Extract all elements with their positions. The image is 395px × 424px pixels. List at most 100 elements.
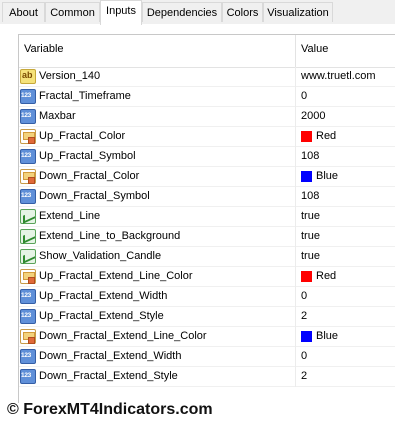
tab-bar: About Common Inputs Dependencies Colors … <box>0 0 395 25</box>
value-text: 108 <box>301 190 320 202</box>
table-row[interactable]: Maxbar 2000 <box>19 107 395 127</box>
value-cell[interactable]: 0 <box>301 90 307 102</box>
value-cell[interactable]: 2000 <box>301 110 325 122</box>
string-icon <box>20 69 36 84</box>
inputs-grid: Variable Value Version_140 www.truetl.com… <box>18 34 395 403</box>
cell-divider <box>295 187 296 207</box>
value-text: Red <box>316 130 337 142</box>
integer-icon <box>20 349 36 364</box>
value-text: 2 <box>301 310 308 322</box>
cell-divider <box>295 347 296 367</box>
value-text: 2 <box>301 370 308 382</box>
color-swatch <box>301 130 312 142</box>
table-row[interactable]: Extend_Line_to_Background true <box>19 227 395 247</box>
tab-about[interactable]: About <box>2 2 45 22</box>
table-row[interactable]: Up_Fractal_Color Red <box>19 127 395 147</box>
color-icon <box>20 329 36 344</box>
variable-name: Down_Fractal_Color <box>39 170 140 182</box>
value-text: Blue <box>316 170 339 182</box>
value-cell[interactable]: www.truetl.com <box>301 70 376 82</box>
variable-name: Extend_Line_to_Background <box>39 230 181 242</box>
variable-name: Down_Fractal_Extend_Style <box>39 370 178 382</box>
integer-icon <box>20 189 36 204</box>
value-cell[interactable]: Red <box>301 130 336 142</box>
inputs-panel: Variable Value Version_140 www.truetl.com… <box>0 24 395 403</box>
grid-header: Variable Value <box>19 35 395 68</box>
integer-icon <box>20 309 36 324</box>
integer-icon <box>20 109 36 124</box>
value-cell[interactable]: Blue <box>301 330 338 342</box>
cell-divider <box>295 287 296 307</box>
value-text: 2000 <box>301 110 326 122</box>
cell-divider <box>295 107 296 127</box>
tab-inputs[interactable]: Inputs <box>100 0 142 25</box>
tab-visualization[interactable]: Visualization <box>263 2 333 22</box>
table-row[interactable]: Show_Validation_Candle true <box>19 247 395 267</box>
value-cell[interactable]: 2 <box>301 310 307 322</box>
table-row[interactable]: Up_Fractal_Symbol 108 <box>19 147 395 167</box>
tab-colors[interactable]: Colors <box>222 2 263 22</box>
grid-rows: Version_140 www.truetl.com Fractal_Timefra… <box>19 67 395 387</box>
cell-divider <box>295 207 296 227</box>
cell-divider <box>295 67 296 87</box>
value-cell[interactable]: true <box>301 210 320 222</box>
value-text: true <box>301 210 320 222</box>
table-row[interactable]: Version_140 www.truetl.com <box>19 67 395 87</box>
value-cell[interactable]: true <box>301 230 320 242</box>
watermark-text: © ForexMT4Indicators.com <box>7 401 213 418</box>
variable-name: Fractal_Timeframe <box>39 90 131 102</box>
boolean-icon <box>20 229 36 244</box>
cell-divider <box>295 227 296 247</box>
value-cell[interactable]: 2 <box>301 370 307 382</box>
value-cell[interactable]: 108 <box>301 150 319 162</box>
value-text: 0 <box>301 290 308 302</box>
value-cell[interactable]: Red <box>301 270 336 282</box>
color-swatch <box>301 270 312 282</box>
variable-name: Version_140 <box>39 70 101 82</box>
value-cell[interactable]: 0 <box>301 290 307 302</box>
value-cell[interactable]: 108 <box>301 190 319 202</box>
table-row[interactable]: Down_Fractal_Extend_Line_Color Blue <box>19 327 395 347</box>
tab-common[interactable]: Common <box>45 2 100 22</box>
table-row[interactable]: Down_Fractal_Extend_Style 2 <box>19 367 395 387</box>
table-row[interactable]: Extend_Line true <box>19 207 395 227</box>
variable-name: Up_Fractal_Extend_Width <box>39 290 168 302</box>
variable-name: Extend_Line <box>39 210 101 222</box>
cell-divider <box>295 307 296 327</box>
cell-divider <box>295 87 296 107</box>
cell-divider <box>295 147 296 167</box>
value-cell[interactable]: Blue <box>301 170 338 182</box>
cell-divider <box>295 267 296 287</box>
table-row[interactable]: Down_Fractal_Color Blue <box>19 167 395 187</box>
column-header-value[interactable]: Value <box>301 43 328 55</box>
cell-divider <box>295 127 296 147</box>
color-icon <box>20 269 36 284</box>
value-text: true <box>301 250 320 262</box>
value-text: Red <box>316 270 337 282</box>
cell-divider <box>295 247 296 267</box>
table-row[interactable]: Down_Fractal_Extend_Width 0 <box>19 347 395 367</box>
value-cell[interactable]: true <box>301 250 320 262</box>
column-header-variable[interactable]: Variable <box>24 43 64 55</box>
integer-icon <box>20 89 36 104</box>
cell-divider <box>295 367 296 387</box>
variable-name: Up_Fractal_Extend_Line_Color <box>39 270 193 282</box>
color-swatch <box>301 330 312 342</box>
variable-name: Up_Fractal_Color <box>39 130 126 142</box>
table-row[interactable]: Fractal_Timeframe 0 <box>19 87 395 107</box>
variable-name: Show_Validation_Candle <box>39 250 162 262</box>
value-text: Blue <box>316 330 339 342</box>
integer-icon <box>20 289 36 304</box>
variable-name: Maxbar <box>39 110 76 122</box>
value-text: true <box>301 230 320 242</box>
table-row[interactable]: Down_Fractal_Symbol 108 <box>19 187 395 207</box>
table-row[interactable]: Up_Fractal_Extend_Line_Color Red <box>19 267 395 287</box>
integer-icon <box>20 149 36 164</box>
value-text: 0 <box>301 90 308 102</box>
table-row[interactable]: Up_Fractal_Extend_Style 2 <box>19 307 395 327</box>
table-row[interactable]: Up_Fractal_Extend_Width 0 <box>19 287 395 307</box>
column-divider[interactable] <box>295 35 296 67</box>
color-swatch <box>301 170 312 182</box>
tab-dependencies[interactable]: Dependencies <box>142 2 222 22</box>
value-cell[interactable]: 0 <box>301 350 307 362</box>
